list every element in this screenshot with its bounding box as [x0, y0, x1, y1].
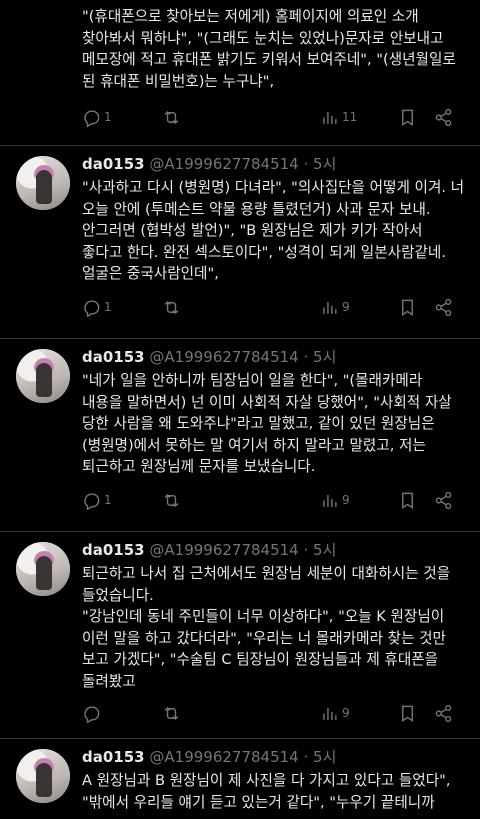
timestamp[interactable]: · 5시: [304, 541, 337, 559]
reply-icon: [84, 492, 100, 510]
bookmark-icon: [402, 705, 413, 722]
tweet[interactable]: "(휴대폰으로 찾아보는 저에게) 홈페이지에 의료인 소개 찾아봐서 뭐하냐"…: [0, 0, 480, 146]
retweet-icon: [164, 110, 179, 124]
reply-count: 1: [104, 110, 112, 124]
tweet-text: "네가 일을 안하니까 팀장님이 일을 한다", "(몰래카메라 내용을 말하면…: [82, 372, 452, 475]
reply-button[interactable]: 1: [82, 108, 112, 127]
tweet-actions: 1 11: [82, 106, 462, 128]
views-icon: [323, 707, 337, 720]
bookmark-icon: [402, 492, 413, 509]
retweet-button[interactable]: [162, 298, 181, 317]
retweet-button[interactable]: [162, 108, 181, 127]
share-icon: [435, 298, 452, 316]
display-name[interactable]: da0153: [82, 541, 145, 559]
reply-button[interactable]: [82, 704, 101, 723]
retweet-icon: [164, 300, 179, 314]
timestamp[interactable]: · 5시: [304, 155, 337, 173]
tweet-text: 퇴근하고 나서 집 근처에서도 원장님 세분이 대화하시는 것을 들었습니다. …: [82, 565, 451, 690]
reply-button[interactable]: 1: [82, 491, 112, 510]
views-count: 9: [342, 493, 350, 507]
retweet-icon: [164, 706, 179, 720]
bookmark-icon: [402, 109, 413, 126]
timeline: "(휴대폰으로 찾아보는 저에게) 홈페이지에 의료인 소개 찾아봐서 뭐하냐"…: [0, 0, 480, 819]
tweet-header: da0153 @A1999627784514 · 5시: [82, 154, 336, 174]
reply-button[interactable]: 1: [82, 298, 112, 317]
tweet-header: da0153 @A1999627784514 · 5시: [82, 747, 336, 767]
user-handle[interactable]: @A1999627784514: [149, 748, 298, 766]
bookmark-button[interactable]: [398, 491, 417, 510]
views-count: 9: [342, 706, 350, 720]
share-icon: [435, 108, 452, 126]
views-icon: [323, 301, 337, 314]
share-button[interactable]: [434, 491, 453, 510]
avatar[interactable]: [16, 749, 70, 803]
tweet-actions: 1 9: [82, 489, 462, 511]
tweet-actions: 1 9: [82, 296, 462, 318]
avatar[interactable]: [16, 542, 70, 596]
reply-icon: [84, 299, 100, 317]
display-name[interactable]: da0153: [82, 748, 145, 766]
views-button[interactable]: 9: [320, 491, 350, 510]
tweet-text: "(휴대폰으로 찾아보는 저에게) 홈페이지에 의료인 소개 찾아봐서 뭐하냐"…: [82, 8, 456, 90]
views-button[interactable]: 9: [320, 704, 350, 723]
share-button[interactable]: [434, 704, 453, 723]
avatar[interactable]: [16, 156, 70, 210]
tweet-header: da0153 @A1999627784514 · 5시: [82, 540, 336, 560]
tweet[interactable]: da0153 @A1999627784514 · 5시 A 원장님과 B 원장님…: [0, 739, 480, 819]
tweet-header: da0153 @A1999627784514 · 5시: [82, 347, 336, 367]
bookmark-button[interactable]: [398, 298, 417, 317]
bookmark-button[interactable]: [398, 108, 417, 127]
share-icon: [435, 491, 452, 509]
reply-icon: [84, 109, 100, 127]
tweet-text: "사과하고 다시 (병원명) 다녀라", "의사집단을 어떻게 이겨. 너 오늘…: [82, 179, 465, 282]
retweet-button[interactable]: [162, 704, 181, 723]
bookmark-button[interactable]: [398, 704, 417, 723]
reply-icon: [84, 705, 100, 723]
user-handle[interactable]: @A1999627784514: [149, 155, 298, 173]
tweet[interactable]: da0153 @A1999627784514 · 5시 "네가 일을 안하니까 …: [0, 339, 480, 532]
user-handle[interactable]: @A1999627784514: [149, 348, 298, 366]
reply-count: 1: [104, 493, 112, 507]
share-icon: [435, 704, 452, 722]
views-count: 9: [342, 300, 350, 314]
user-handle[interactable]: @A1999627784514: [149, 541, 298, 559]
avatar[interactable]: [16, 349, 70, 403]
views-button[interactable]: 11: [320, 108, 357, 127]
views-button[interactable]: 9: [320, 298, 350, 317]
retweet-icon: [164, 493, 179, 507]
tweet[interactable]: da0153 @A1999627784514 · 5시 퇴근하고 나서 집 근처…: [0, 532, 480, 739]
timestamp[interactable]: · 5시: [304, 748, 337, 766]
views-icon: [323, 494, 337, 507]
share-button[interactable]: [434, 298, 453, 317]
retweet-button[interactable]: [162, 491, 181, 510]
display-name[interactable]: da0153: [82, 348, 145, 366]
reply-count: 1: [104, 300, 112, 314]
views-count: 11: [342, 110, 358, 124]
bookmark-icon: [402, 299, 413, 316]
tweet[interactable]: da0153 @A1999627784514 · 5시 "사과하고 다시 (병원…: [0, 146, 480, 339]
share-button[interactable]: [434, 108, 453, 127]
views-icon: [323, 111, 337, 124]
display-name[interactable]: da0153: [82, 155, 145, 173]
tweet-text: A 원장님과 B 원장님이 제 사진을 다 가지고 있다고 들었다", "밖에서…: [82, 772, 451, 811]
timestamp[interactable]: · 5시: [304, 348, 337, 366]
tweet-actions: 9: [82, 702, 462, 724]
